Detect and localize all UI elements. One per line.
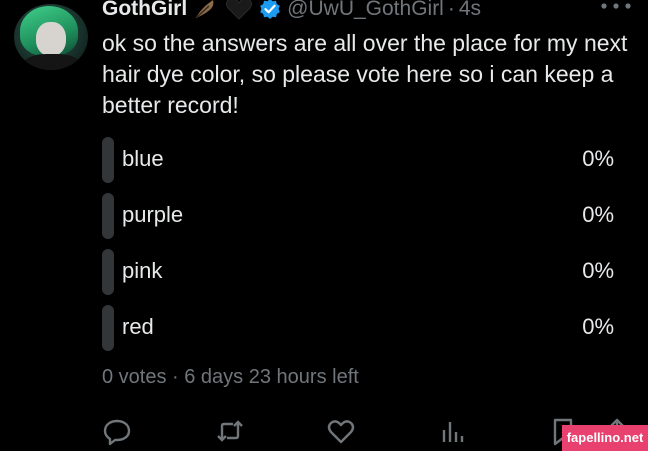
more-options-icon[interactable] <box>598 0 634 16</box>
poll-option-label: pink <box>122 258 163 283</box>
like-icon[interactable] <box>326 416 356 446</box>
poll-result-bar <box>102 249 114 295</box>
poll-result-bar <box>102 137 114 183</box>
poll-meta: 0 votes · 6 days 23 hours left <box>102 366 359 388</box>
poll-option-blue[interactable]: blue 0% <box>102 137 616 183</box>
poll-option-percent: 0% <box>582 146 614 171</box>
poll-option-red[interactable]: red 0% <box>102 305 616 351</box>
poll-option-label: purple <box>122 202 184 227</box>
black-heart-emoji-icon <box>225 0 253 20</box>
poll-option-label: red <box>122 314 154 339</box>
poll-result-bar <box>102 193 114 239</box>
poll: blue 0% purple 0% pink 0% red 0% <box>102 137 616 361</box>
poll-option-label: blue <box>122 146 164 171</box>
tweet-header: GothGirl @UwU_GothGirl · 4s <box>102 0 481 26</box>
display-name[interactable]: GothGirl <box>102 0 187 21</box>
action-bar <box>100 416 640 451</box>
poll-option-pink[interactable]: pink 0% <box>102 249 616 295</box>
poll-option-purple[interactable]: purple 0% <box>102 193 616 239</box>
poll-option-percent: 0% <box>582 314 614 339</box>
views-icon[interactable] <box>438 416 468 446</box>
verified-badge-icon <box>259 0 281 20</box>
retweet-icon[interactable] <box>215 416 245 446</box>
watermark-badge: fapellino.net <box>562 425 648 451</box>
tweet-text: ok so the answers are all over the place… <box>102 30 628 118</box>
separator-dot: · <box>447 0 455 20</box>
feather-emoji-icon <box>193 0 219 20</box>
poll-option-percent: 0% <box>582 202 614 227</box>
avatar-shoulder <box>22 54 82 70</box>
reply-icon[interactable] <box>102 416 132 446</box>
avatar[interactable] <box>14 4 88 70</box>
poll-result-bar <box>102 305 114 351</box>
user-handle[interactable]: @UwU_GothGirl <box>287 0 444 21</box>
tweet-timestamp[interactable]: 4s <box>459 0 481 21</box>
avatar-face <box>36 22 66 56</box>
poll-option-percent: 0% <box>582 258 614 283</box>
